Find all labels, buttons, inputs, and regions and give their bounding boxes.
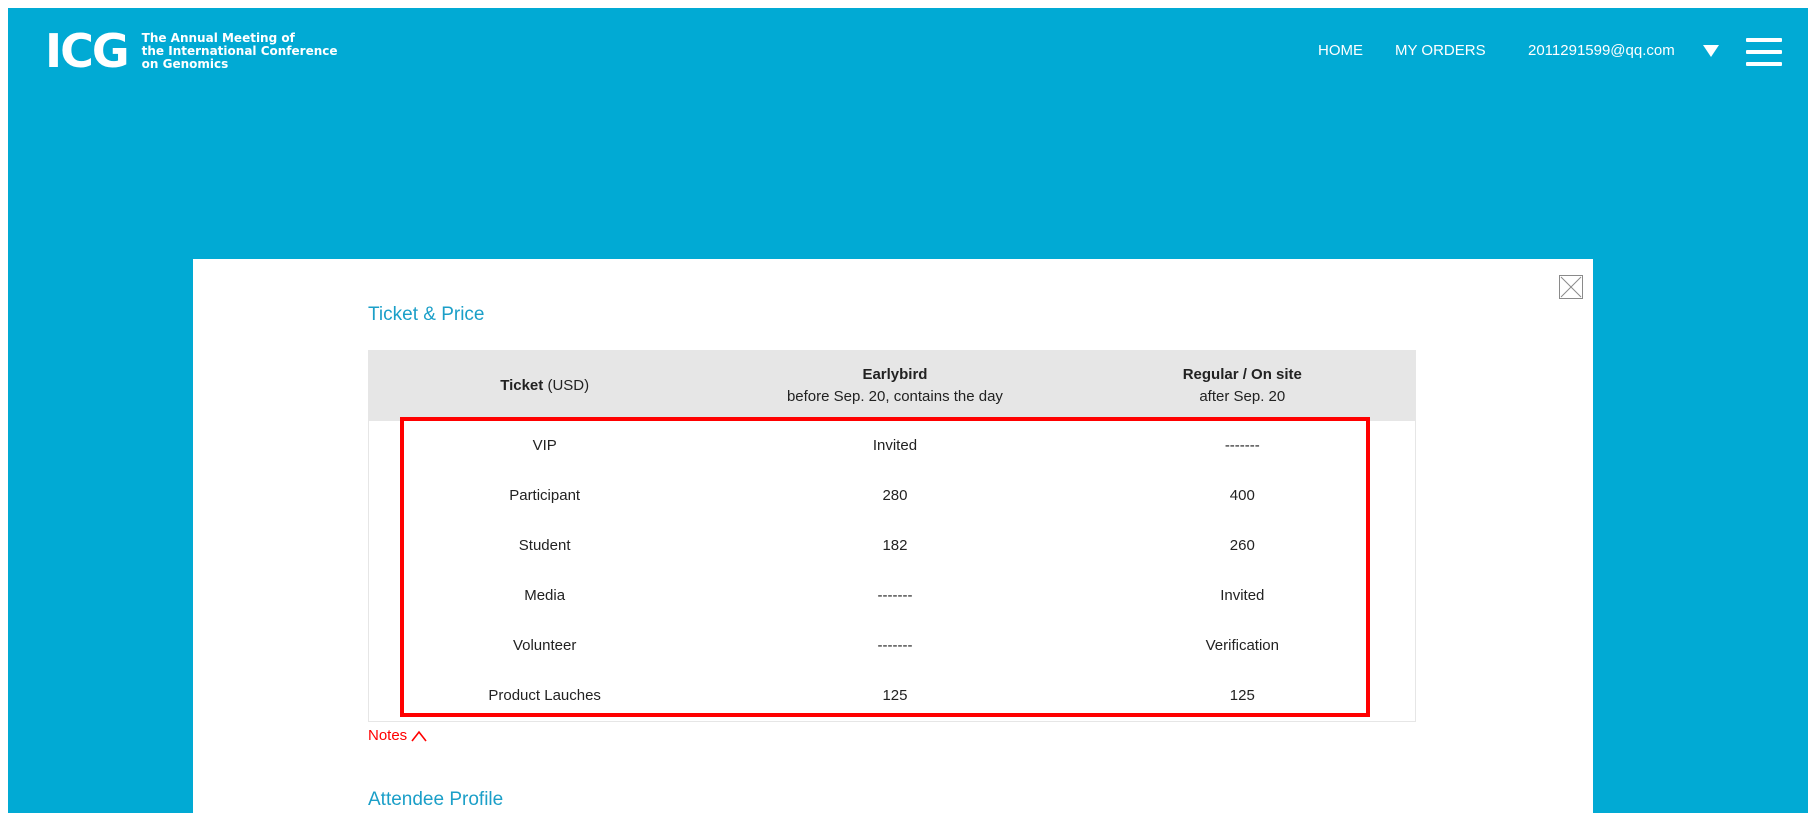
nav-my-orders-link[interactable]: MY ORDERS [1395,42,1486,59]
site-logo[interactable]: ICG The Annual Meeting of the Internatio… [45,28,338,74]
header-sub: after Sep. 20 [1199,387,1286,405]
table-cell: 260 [1229,537,1255,554]
table-cell: 125 [1229,687,1255,704]
table-row: Media ------- Invited [369,571,1416,621]
header-unit: (USD) [543,376,590,394]
table-cell: 182 [882,537,908,554]
table-cell: Invited [1220,587,1265,604]
table-cell: Invited [872,437,918,454]
notes-toggle[interactable]: Notes [368,727,427,744]
table-cell: Verification [1205,637,1279,654]
logo-mark: ICG [45,24,130,78]
table-cell: ------- [877,587,913,604]
ticket-price-table: Ticket (USD) Earlybird before Sep. 20, c… [368,350,1416,722]
table-header-regular: Regular / On site after Sep. 20 [1070,351,1416,421]
table-row: Volunteer ------- Verification [369,621,1416,671]
table-header-ticket: Ticket (USD) [369,351,721,421]
chevron-up-icon [411,730,427,741]
table-cell: Volunteer [512,637,577,654]
table-cell: Participant [509,487,581,504]
header-label: Ticket [500,376,544,394]
table-row: VIP Invited ------- [369,421,1416,471]
table-cell: 125 [882,687,908,704]
table-cell: Product Lauches [488,687,601,704]
table-cell: ------- [1224,437,1260,454]
hamburger-menu-icon[interactable] [1746,38,1782,66]
page-background: ICG The Annual Meeting of the Internatio… [8,8,1808,813]
table-cell: 280 [882,487,908,504]
table-cell: Media [524,587,566,604]
table-cell: VIP [532,437,557,454]
close-icon[interactable] [1559,275,1583,299]
table-row: Student 182 260 [369,521,1416,571]
section-title-attendee-profile: Attendee Profile [368,789,504,810]
logo-line: on Genomics [141,57,229,71]
user-email-link[interactable]: 2011291599@qq.com [1528,42,1675,59]
logo-text: The Annual Meeting of the International … [142,32,338,71]
ticket-modal: Ticket & Price Ticket (USD) Earlybird be… [193,259,1593,813]
table-row: Participant 280 400 [369,471,1416,521]
header-label: Earlybird [862,365,928,383]
caret-down-icon[interactable] [1703,45,1719,57]
table-header-earlybird: Earlybird before Sep. 20, contains the d… [720,351,1069,421]
notes-label: Notes [368,727,408,744]
nav-home-link[interactable]: HOME [1318,42,1363,59]
table-header-row: Ticket (USD) Earlybird before Sep. 20, c… [368,350,1416,421]
header-label: Regular / On site [1182,365,1302,383]
table-row: Product Lauches 125 125 [369,671,1416,722]
table-cell: 400 [1229,487,1255,504]
table-cell: Student [518,537,571,554]
table-cell: ------- [877,637,913,654]
section-title-ticket-price: Ticket & Price [368,304,485,325]
header-sub: before Sep. 20, contains the day [786,387,1003,405]
